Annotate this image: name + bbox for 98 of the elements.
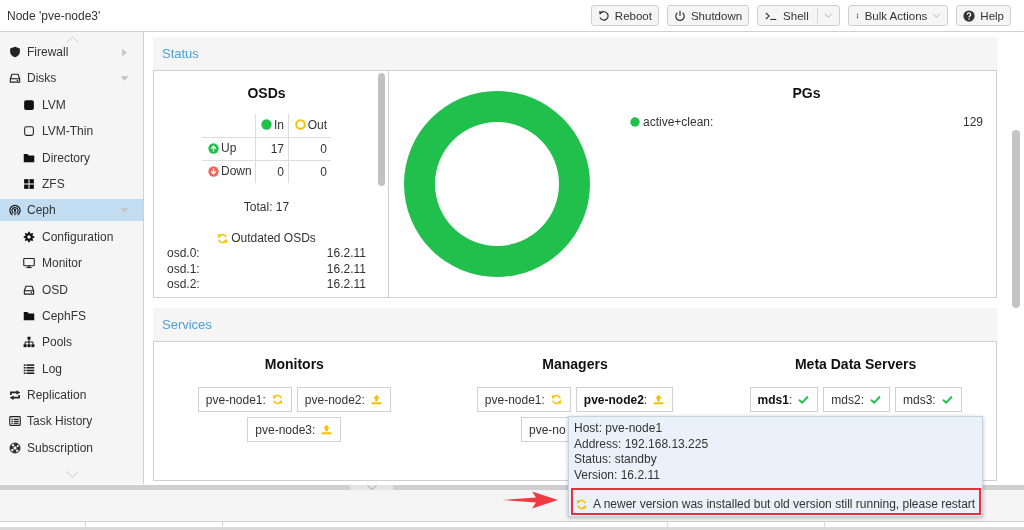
sync-icon bbox=[271, 394, 283, 405]
row-header: Down bbox=[221, 164, 252, 179]
tree-item[interactable]: LVM-Thin bbox=[0, 120, 143, 143]
tree-item[interactable]: Firewall bbox=[0, 41, 143, 63]
table-cell: 17 bbox=[255, 137, 289, 161]
caret-icon bbox=[823, 11, 833, 20]
table-cell: 0 bbox=[288, 160, 331, 183]
grid-icon bbox=[23, 177, 35, 190]
tooltip-line: Version: 16.2.11 bbox=[573, 467, 661, 483]
service-group-title: Monitors bbox=[264, 355, 324, 373]
task-list-icon bbox=[9, 415, 21, 428]
check-icon bbox=[870, 394, 881, 405]
tree-item[interactable]: ZFS bbox=[0, 172, 143, 195]
toolbar-button[interactable]: Reboot bbox=[590, 5, 659, 26]
chevron-up-icon[interactable] bbox=[66, 36, 79, 43]
caret-icon bbox=[932, 11, 942, 20]
row-header: Up bbox=[221, 141, 237, 156]
shield-icon bbox=[9, 46, 21, 58]
hierarchy-icon bbox=[23, 336, 35, 349]
sync-icon bbox=[576, 499, 587, 510]
chevron-down-icon[interactable] bbox=[66, 471, 79, 478]
service-label: mds2: bbox=[831, 392, 864, 407]
sync-icon bbox=[217, 232, 229, 244]
split-button[interactable]: Shell bbox=[757, 5, 840, 26]
toolbar-button[interactable]: Shutdown bbox=[666, 5, 750, 26]
sync-icon bbox=[550, 394, 562, 405]
panel-title: Services bbox=[162, 317, 212, 332]
osd-name: osd.0: bbox=[167, 246, 200, 262]
tooltip-line: Host: pve-node1 bbox=[573, 421, 664, 437]
tree-item[interactable]: Ceph bbox=[0, 199, 143, 222]
tree-item[interactable]: Replication bbox=[0, 384, 143, 407]
tree-item[interactable]: Monitor bbox=[0, 252, 143, 275]
tree-item[interactable]: LVM bbox=[0, 93, 143, 116]
upload-icon bbox=[321, 424, 333, 435]
upload-icon bbox=[370, 394, 382, 405]
tree-item[interactable]: Subscription bbox=[0, 436, 143, 459]
repeat-arrows-icon bbox=[9, 389, 21, 402]
panel-title: Status bbox=[162, 46, 199, 61]
service-label: pve-node2: bbox=[583, 392, 648, 407]
legend-value: 129 bbox=[962, 114, 983, 130]
service-group-title: Meta Data Servers bbox=[794, 355, 917, 373]
column-header: Out bbox=[307, 117, 327, 132]
hard-drive-icon bbox=[9, 72, 21, 85]
section-subtitle: Outdated OSDs bbox=[231, 230, 316, 246]
osd-version: 16.2.11 bbox=[326, 246, 366, 262]
service-label: pve-no bbox=[529, 422, 566, 437]
service-label: mds3: bbox=[903, 392, 936, 407]
osd-version: 16.2.11 bbox=[326, 277, 366, 293]
tooltip-line: Address: 192.168.13.225 bbox=[573, 436, 710, 452]
life-ring-icon bbox=[9, 441, 21, 454]
warning-text: A newer version was installed but old version still running, please restart bbox=[593, 497, 976, 512]
check-icon bbox=[798, 394, 810, 405]
osd-version: 16.2.11 bbox=[326, 261, 366, 277]
tree-item[interactable]: Log bbox=[0, 357, 143, 380]
upload-icon bbox=[653, 394, 665, 405]
tree-item[interactable]: Configuration bbox=[0, 225, 143, 248]
service-label: pve-node3: bbox=[255, 422, 316, 437]
monitor-icon bbox=[23, 257, 35, 270]
folder-icon bbox=[23, 309, 35, 322]
caret-icon bbox=[366, 485, 377, 490]
service-label: mds1: bbox=[757, 392, 793, 407]
column-header: In bbox=[274, 117, 284, 132]
check-icon bbox=[941, 394, 953, 405]
tooltip-line: Status: standby bbox=[573, 452, 658, 468]
square-icon bbox=[23, 98, 35, 111]
osd-name: osd.1: bbox=[167, 261, 200, 277]
service-label: pve-node2: bbox=[304, 392, 365, 407]
list-icon bbox=[23, 362, 35, 375]
tree-item[interactable]: OSD bbox=[0, 278, 143, 301]
tree-item[interactable]: Disks bbox=[0, 67, 143, 90]
folder-icon bbox=[23, 151, 35, 164]
hard-drive-icon bbox=[23, 283, 35, 296]
table-cell: 0 bbox=[288, 137, 331, 161]
service-label: pve-node1: bbox=[484, 392, 545, 407]
square-outline-icon bbox=[23, 125, 35, 138]
section-title: PGs bbox=[791, 84, 822, 102]
tree-item[interactable]: Directory bbox=[0, 146, 143, 169]
section-title: OSDs bbox=[246, 84, 287, 102]
service-label: pve-node1: bbox=[205, 392, 266, 407]
osd-name: osd.2: bbox=[167, 277, 200, 293]
power-icon bbox=[673, 9, 686, 22]
service-group-title: Managers bbox=[542, 355, 608, 373]
menu-button[interactable]: Bulk Actions bbox=[847, 5, 949, 26]
gear-icon bbox=[23, 230, 35, 243]
scrollbar-thumb[interactable] bbox=[378, 73, 385, 186]
help-icon bbox=[963, 9, 976, 22]
node-title: Node 'pve-node3' bbox=[7, 8, 101, 23]
toolbar-button[interactable]: Help bbox=[956, 5, 1011, 26]
tree-item[interactable]: Pools bbox=[0, 331, 143, 354]
undo-arrow-icon bbox=[597, 9, 610, 22]
table-cell: 0 bbox=[255, 160, 289, 183]
scrollbar-thumb[interactable] bbox=[1012, 130, 1020, 308]
tree-item[interactable]: CephFS bbox=[0, 304, 143, 327]
legend-label: active+clean: bbox=[643, 114, 714, 130]
concentric-arcs-icon bbox=[9, 204, 21, 217]
collapse-handle[interactable] bbox=[350, 485, 393, 490]
tree-item[interactable]: Task History bbox=[0, 410, 143, 433]
total-label: Total: 17 bbox=[243, 200, 290, 214]
